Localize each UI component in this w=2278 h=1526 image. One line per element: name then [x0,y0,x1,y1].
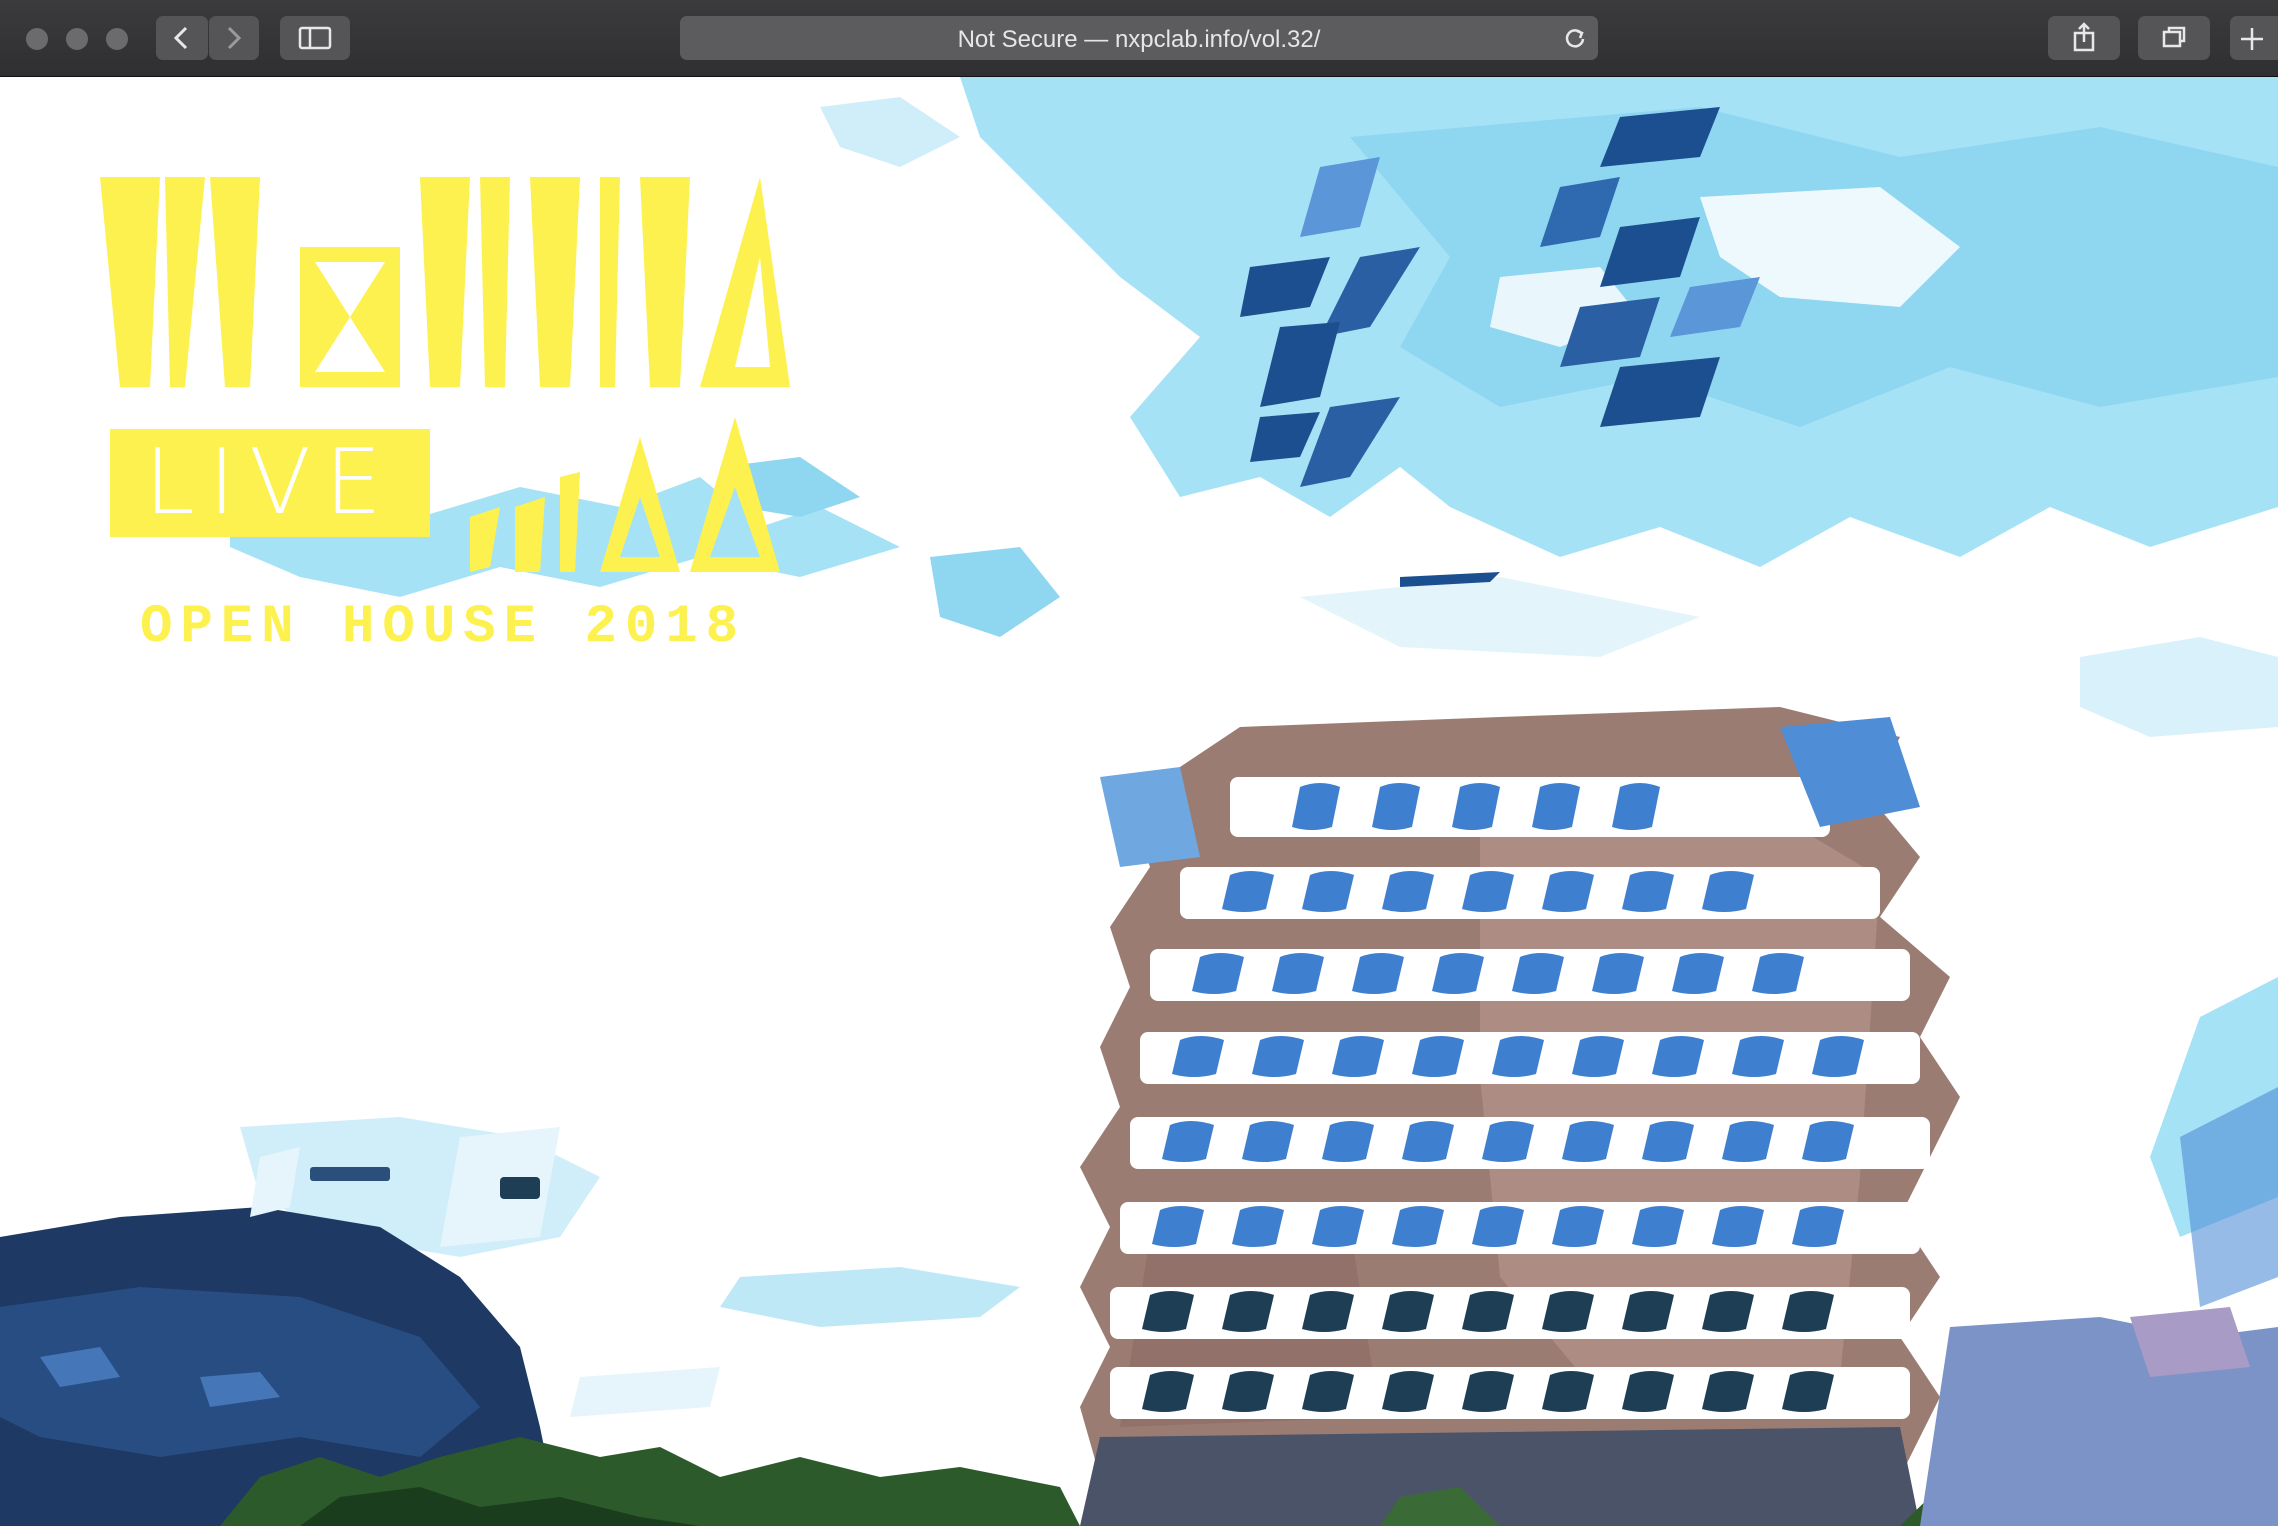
browser-toolbar: Not Secure — nxpclab.info/vol.32/ [0,0,2278,77]
web-page: LIVE OPEN HOUSE 2018 [0,77,2278,1526]
zoom-icon[interactable] [106,28,128,50]
forward-button[interactable] [209,16,259,60]
back-icon [173,26,188,50]
reload-icon[interactable] [1562,25,1588,51]
new-tab-button[interactable] [2230,16,2278,60]
minimize-icon[interactable] [66,28,88,50]
sidebar-icon [298,26,332,50]
forward-icon [227,26,242,50]
close-icon[interactable] [26,28,48,50]
new-tab-icon [2241,28,2263,50]
address-bar[interactable]: Not Secure — nxpclab.info/vol.32/ [680,16,1598,60]
share-button[interactable] [2048,16,2120,60]
live-label: LIVE [144,430,396,535]
hero-illustration [0,77,2278,1526]
tabs-button[interactable] [2138,16,2210,60]
share-icon [2073,22,2095,52]
right-structures [1920,1087,2278,1526]
back-button[interactable] [156,16,208,60]
address-text: Not Secure — nxpclab.info/vol.32/ [957,26,1321,53]
sidebar-button[interactable] [280,16,350,60]
tabs-icon [2162,26,2186,48]
event-subtitle: OPEN HOUSE 2018 [140,597,747,658]
live-badge: LIVE [110,429,430,537]
